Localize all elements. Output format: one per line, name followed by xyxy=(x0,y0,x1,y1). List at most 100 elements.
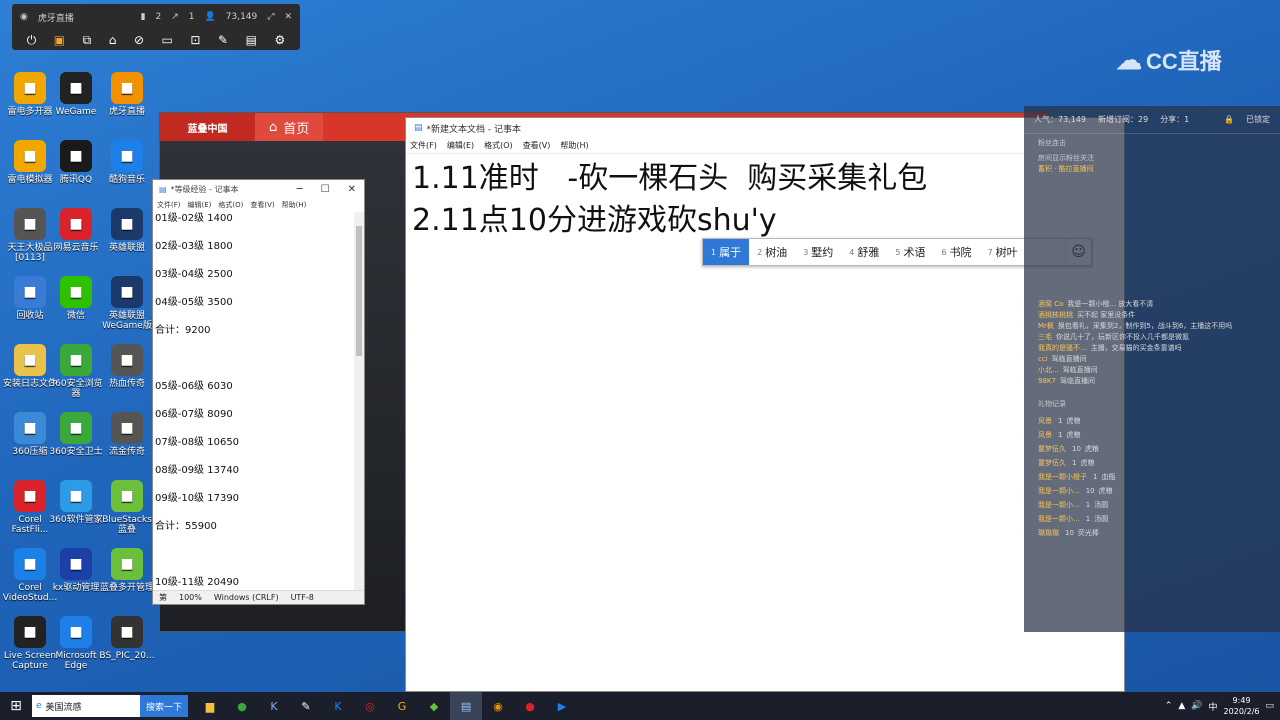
desktop-icon[interactable]: ■ 虎牙直播 xyxy=(97,72,157,117)
ime-candidate[interactable]: 2 树油 xyxy=(749,239,795,265)
bluestacks-icon[interactable]: ◆ xyxy=(418,692,450,720)
menu-item[interactable]: 帮助(H) xyxy=(282,200,307,210)
desktop-icon[interactable]: ■ BlueStacks 蓝叠 xyxy=(97,480,157,535)
tool-icon[interactable]: ✎ xyxy=(218,33,228,47)
file-explorer-icon[interactable]: ▆ xyxy=(194,692,226,720)
notepad-taskbar-icon[interactable]: ▤ xyxy=(450,692,483,720)
menu-item[interactable]: 查看(V) xyxy=(523,140,551,151)
360-browser-icon[interactable]: ● xyxy=(226,692,258,720)
text-line xyxy=(155,352,353,380)
power-icon[interactable]: ⏻ xyxy=(27,33,37,48)
record-app-icon[interactable]: ● xyxy=(514,692,546,720)
tray-overflow-icon[interactable]: ⌃ xyxy=(1165,701,1173,711)
scrollbar-thumb[interactable] xyxy=(356,226,362,356)
menu-item[interactable]: 格式(O) xyxy=(484,140,513,151)
taskbar: ⊞ e 美国流感 搜索一下 ▆ ● K ✎ K ◎ G ◆ ▤ ◉ ● ▶ ⌃ … xyxy=(0,692,1280,720)
gift-username[interactable]: 噩梦伍久 xyxy=(1038,459,1066,467)
app-icon: ■ xyxy=(60,344,92,376)
chat-username[interactable]: Mr枫 xyxy=(1038,322,1054,330)
video-app-icon[interactable]: ▶ xyxy=(546,692,578,720)
tool-app-icon[interactable]: ✎ xyxy=(290,692,322,720)
gift-username[interactable]: 我是一颗小... xyxy=(1038,515,1080,523)
desktop-icon[interactable]: ■ 蓝叠多开管理 xyxy=(97,548,157,593)
tab-home[interactable]: ⌂ 首页 xyxy=(255,113,324,141)
notification-icon[interactable]: ▭ xyxy=(1265,701,1274,711)
notepad-main-textarea[interactable]: 1.11准时 -砍一棵石头 购买采集礼包 2.11点10分进游戏砍shu'y xyxy=(406,154,1124,246)
volume-icon[interactable]: 🔊 xyxy=(1191,701,1202,711)
notepad-small-textarea[interactable]: 01级-02级 1400 02级-03级 1800 03级-04级 2500 04级-… xyxy=(155,212,353,592)
huya-icon[interactable]: ◉ xyxy=(482,692,514,720)
menu-item[interactable]: 文件(F) xyxy=(157,200,181,210)
gift-username[interactable]: 风景 xyxy=(1038,431,1052,439)
minimize-icon[interactable]: ⤢ xyxy=(267,12,274,22)
scene-icon[interactable]: ⧉ xyxy=(83,33,92,48)
status-item: 第 xyxy=(159,593,167,602)
chat-username[interactable]: 我真的是骚不... xyxy=(1038,344,1087,352)
clock-date: 2020/2/6 xyxy=(1223,707,1260,716)
chat-username[interactable]: 98K7 xyxy=(1038,377,1056,385)
ime-candidate[interactable]: 5 术语 xyxy=(887,239,933,265)
menu-item[interactable]: 编辑(E) xyxy=(447,140,474,151)
live-icon[interactable]: ▣ xyxy=(54,33,65,47)
close-icon[interactable]: ✕ xyxy=(284,12,292,22)
taskbar-search[interactable]: e 美国流感 xyxy=(32,695,140,717)
chat-text: 换包看礼，采集到2，制作到5，战斗到6，主播这不用吗 xyxy=(1057,322,1233,330)
start-button[interactable]: ⊞ xyxy=(0,692,32,720)
clock[interactable]: 9:49 2020/2/6 xyxy=(1224,695,1260,717)
app-icon: ■ xyxy=(14,72,46,104)
gift-username[interactable]: 璐璐璐 xyxy=(1038,529,1059,537)
menu-item[interactable]: 查看(V) xyxy=(250,200,274,210)
search-button[interactable]: 搜索一下 xyxy=(140,695,189,717)
viewer-count: 73,149 xyxy=(225,12,258,22)
maximize-button[interactable]: ☐ xyxy=(321,184,330,195)
minimize-button[interactable]: ─ xyxy=(297,184,303,195)
netease-icon[interactable]: ◎ xyxy=(354,692,386,720)
stat-icon: ▮ xyxy=(140,12,146,22)
kugou-icon[interactable]: K xyxy=(322,692,354,720)
gift-username[interactable]: 风景 xyxy=(1038,417,1052,425)
lock-icon[interactable]: 🔒 xyxy=(1224,115,1234,124)
ime-candidate[interactable]: 6 书院 xyxy=(933,239,979,265)
settings-icon[interactable]: ⚙ xyxy=(274,33,285,47)
screen-icon[interactable]: ▤ xyxy=(246,33,257,47)
desktop-icon[interactable]: ■ 英雄联盟 xyxy=(97,208,157,253)
gift-icon[interactable]: ⌂ xyxy=(109,33,117,47)
ime-candidate[interactable]: 1 属于 xyxy=(703,239,750,265)
ime-candidate[interactable]: 7 树叶 xyxy=(980,239,1026,265)
game-icon[interactable]: G xyxy=(386,692,418,720)
mute-icon[interactable]: ⊘ xyxy=(134,33,144,47)
desktop-icon[interactable]: ■ 英雄联盟 WeGame版 xyxy=(97,276,157,331)
desktop-icon[interactable]: ■ BS_PIC_20... xyxy=(97,616,157,661)
ime-candidate[interactable]: 3 墅约 xyxy=(795,239,841,265)
camera-icon[interactable]: ▭ xyxy=(162,33,173,47)
system-tray: ⌃ ▲ 🔊 中 9:49 2020/2/6 ▭ xyxy=(1165,695,1280,717)
kx-icon[interactable]: K xyxy=(258,692,290,720)
gift-username[interactable]: 我是一颗小... xyxy=(1038,487,1080,495)
chat-username[interactable]: 三毛 xyxy=(1038,333,1052,341)
app-icon: ■ xyxy=(60,616,92,648)
desktop-icon[interactable]: ■ 热血传奇 xyxy=(97,344,157,389)
menu-item[interactable]: 文件(F) xyxy=(410,140,437,151)
network-icon[interactable]: ▲ xyxy=(1178,701,1185,711)
menu-item[interactable]: 编辑(E) xyxy=(188,200,212,210)
notepad-small-window: ▤ *等级经验 - 记事本 ─ ☐ ✕ 文件(F) 编辑(E) 格式(O) 查看(V)… xyxy=(152,179,365,605)
gift-row: 我是一颗小... 1 汤圆 xyxy=(1024,512,1280,526)
chat-locked[interactable]: 已锁定 xyxy=(1246,114,1270,125)
gift-username[interactable]: 噩梦伍久 xyxy=(1038,445,1066,453)
record-icon[interactable]: ⊡ xyxy=(190,33,200,47)
chat-username[interactable]: 酒窝 Co xyxy=(1038,300,1063,308)
ime-candidate[interactable]: 4 舒雅 xyxy=(841,239,887,265)
search-input[interactable]: 美国流感 xyxy=(46,700,82,713)
close-button[interactable]: ✕ xyxy=(348,184,356,195)
menu-item[interactable]: 格式(O) xyxy=(218,200,243,210)
ime-indicator[interactable]: 中 xyxy=(1209,700,1218,713)
chat-username[interactable]: 小北... xyxy=(1038,366,1059,374)
vertical-scrollbar[interactable] xyxy=(354,212,364,592)
menu-item[interactable]: 帮助(H) xyxy=(560,140,588,151)
desktop-icon[interactable]: ■ 流金传奇 xyxy=(97,412,157,457)
chat-username[interactable]: 酒桃枝桃桃 xyxy=(1038,311,1073,319)
desktop-icon[interactable]: ■ 酷狗音乐 xyxy=(97,140,157,185)
gift-username[interactable]: 我是一颗小橙子 xyxy=(1038,473,1087,481)
chat-username[interactable]: cci xyxy=(1038,355,1048,363)
gift-username[interactable]: 我是一颗小... xyxy=(1038,501,1080,509)
